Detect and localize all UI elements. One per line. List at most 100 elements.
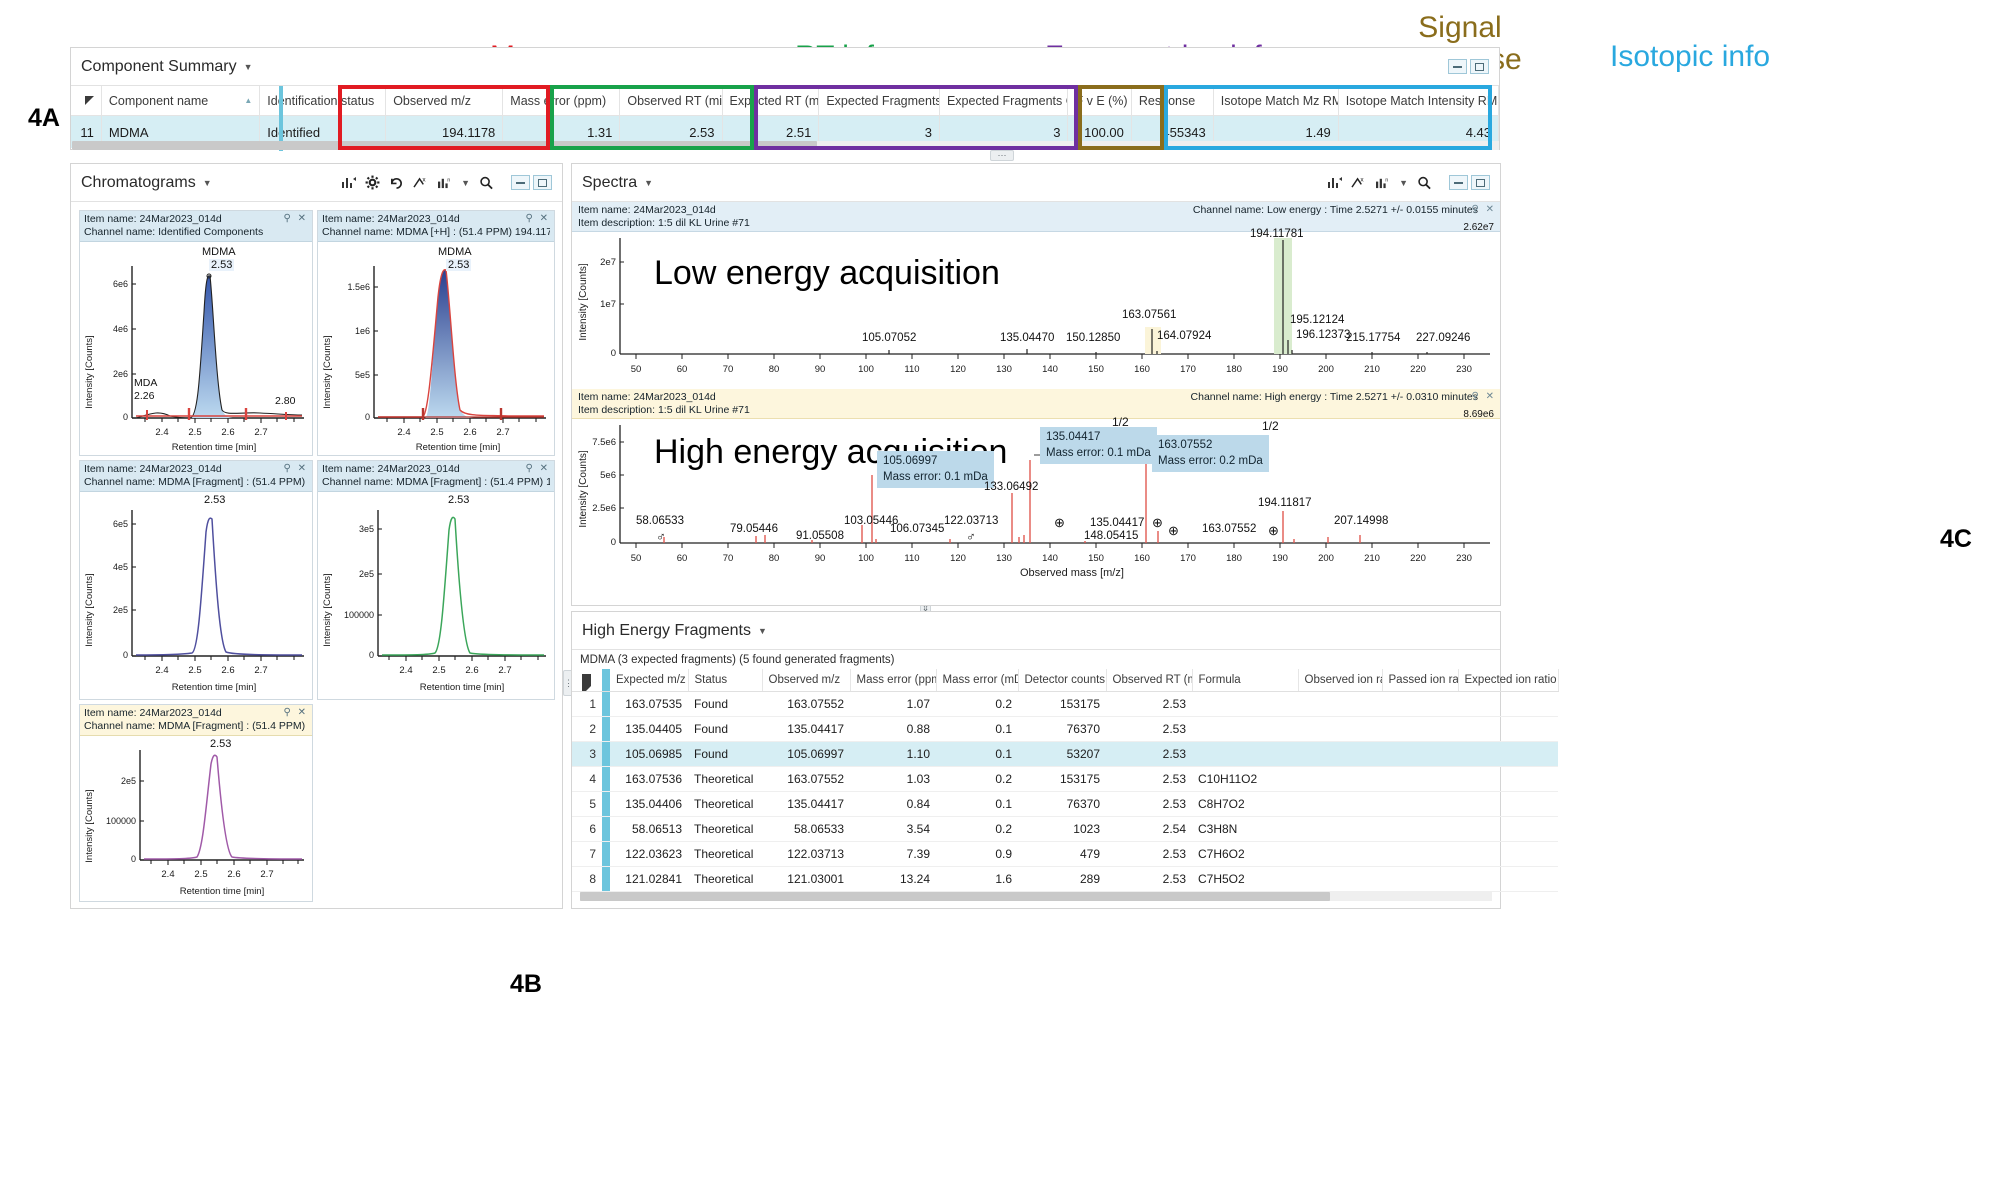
table-row[interactable]: 3 105.06985 Found 105.06997 1.10 0.1 53207 2.53: [572, 741, 1558, 767]
fragments-col-expected-ion-ratio[interactable]: Expected ion ratio r: [1458, 669, 1559, 692]
autoscale-icon[interactable]: x: [1351, 176, 1366, 189]
chart-type-icon[interactable]: n: [1375, 176, 1390, 189]
table-row[interactable]: 5 135.04406 Theoretical 135.04417 0.84 0.1 763…: [572, 791, 1558, 817]
svg-text:50: 50: [631, 364, 642, 375]
fragments-col-status[interactable]: Status: [688, 669, 763, 692]
fragments-col-observed-mz[interactable]: Observed m/z: [762, 669, 851, 692]
column-header-observed-rt[interactable]: Observed RT (min): [620, 86, 723, 115]
column-header-expected-rt[interactable]: Expected RT (min): [723, 86, 820, 115]
table-row[interactable]: 8 121.02841 Theoretical 121.03001 13.24 1.6 28…: [572, 866, 1558, 892]
restore-button[interactable]: [1471, 175, 1490, 190]
high-energy-plot[interactable]: Intensity [Counts] 7.5e6 5e6 2.5e6 0 50 …: [572, 409, 1500, 590]
fragments-col-observed-ion-ratio[interactable]: Observed ion ratio: [1298, 669, 1383, 692]
pin-and-close-icons[interactable]: ⚲ ✕: [1472, 391, 1496, 402]
fragments-col-observed-rt[interactable]: Observed RT (min): [1106, 669, 1193, 692]
select-all-triangle-icon[interactable]: [582, 674, 591, 691]
minimize-button[interactable]: [1449, 175, 1468, 190]
cell-expected-ion-ratio: [1458, 841, 1558, 867]
svg-text:0: 0: [131, 854, 136, 864]
chart-type-icon[interactable]: n: [437, 176, 452, 189]
search-icon[interactable]: [1417, 176, 1432, 190]
table-row[interactable]: 6 58.06513 Theoretical 58.06533 3.54 0.2 1023 2…: [572, 816, 1558, 842]
splitter-handle-top[interactable]: ⋯: [990, 150, 1014, 161]
bar-chart-icon[interactable]: [341, 176, 357, 189]
column-header-f-v-e[interactable]: F v E (%): [1068, 86, 1132, 115]
column-header-isotope-match-intensity-rms-percent[interactable]: Isotope Match Intensity RMS Percent: [1339, 86, 1500, 115]
select-all-triangle-icon[interactable]: [84, 96, 94, 105]
column-header-component-name-label: Component name: [108, 93, 209, 108]
cell-mass-error-mda: 0.2: [936, 691, 1018, 717]
table-row[interactable]: 7 122.03623 Theoretical 122.03713 7.39 0.9 479…: [572, 841, 1558, 867]
spectra-toolbar: x n ▼: [1327, 175, 1490, 190]
chevron-down-icon[interactable]: ▼: [1399, 178, 1408, 188]
svg-text:210: 210: [1364, 364, 1380, 375]
minimize-button[interactable]: [1448, 59, 1467, 74]
fragments-col-mass-error-mda[interactable]: Mass error (mDa): [936, 669, 1019, 692]
chromatogram-2-plot[interactable]: Intensity [Counts] 1.5e6 1e6 5e5 0 2.4 2…: [318, 242, 554, 454]
tooltip-105: 105.06997 Mass error: 0.1 mDa: [877, 451, 994, 489]
minimize-button[interactable]: [511, 175, 530, 190]
high-energy-peak-label-133: 133.06492: [984, 481, 1039, 493]
pin-and-close-icons[interactable]: ⚲ ✕: [1472, 204, 1496, 215]
chromatogram-4-plot[interactable]: Intensity [Counts] 3e5 2e5 100000 0 2.4: [318, 492, 554, 698]
pin-and-close-icons[interactable]: ⚲ ✕: [526, 213, 550, 224]
column-header-observed-mz[interactable]: Observed m/z: [386, 86, 504, 115]
chromatogram-card-fragment-163[interactable]: Item name: 24Mar2023_014d Channel name: …: [79, 460, 313, 700]
fragments-col-detector-counts[interactable]: Detector counts: [1018, 669, 1107, 692]
column-header-isotope-match-mz-rms-ppm[interactable]: Isotope Match Mz RMS PPM: [1214, 86, 1339, 115]
summary-hscroll-thumb[interactable]: [72, 141, 817, 150]
cell-observed-rt: 2.54: [1106, 816, 1192, 842]
fragments-hscroll-thumb[interactable]: [580, 892, 1330, 901]
autoscale-icon[interactable]: x: [413, 176, 428, 189]
restore-button[interactable]: [1470, 59, 1489, 74]
fragments-col-formula[interactable]: Formula: [1192, 669, 1299, 692]
fragments-title-group[interactable]: High Energy Fragments ▼: [582, 622, 767, 640]
undo-icon[interactable]: [389, 176, 404, 189]
pin-and-close-icons[interactable]: ⚲ ✕: [284, 213, 308, 224]
column-header-mass-error-ppm[interactable]: Mass error (ppm): [503, 86, 621, 115]
chromatogram-card-fragment-135[interactable]: Item name: 24Mar2023_014d Channel name: …: [317, 460, 555, 700]
column-header-response[interactable]: Response: [1132, 86, 1214, 115]
row-accent-bar: [602, 841, 610, 867]
chevron-down-icon[interactable]: ▼: [644, 178, 653, 188]
chevron-down-icon[interactable]: ▼: [758, 626, 767, 636]
column-header-expected-fragments-count[interactable]: Expected Fragments Count: [940, 86, 1069, 115]
pin-and-close-icons[interactable]: ⚲ ✕: [526, 463, 550, 474]
gear-icon[interactable]: [365, 175, 380, 190]
fragments-col-mass-error-ppm[interactable]: Mass error (ppm): [850, 669, 937, 692]
chromatogram-1-plot[interactable]: Intensity [Counts] 6e6 4e6 2e6 0 2.4 2.5…: [80, 242, 312, 454]
svg-text:2.5e6: 2.5e6: [592, 503, 616, 514]
chromatogram-card-fragment-105[interactable]: Item name: 24Mar2023_014d Channel name: …: [79, 704, 313, 902]
chromatogram-card-identified-components[interactable]: Item name: 24Mar2023_014d Channel name: …: [79, 210, 313, 456]
fragments-col-expected-mz[interactable]: Expected m/z: [610, 669, 689, 692]
grid-corner-cell[interactable]: [71, 86, 102, 115]
pin-and-close-icons[interactable]: ⚲ ✕: [284, 463, 308, 474]
svg-text:200: 200: [1318, 553, 1334, 564]
table-row[interactable]: 4 163.07536 Theoretical 163.07552 1.03 0.2 153…: [572, 766, 1558, 792]
chromatogram-5-plot[interactable]: Intensity [Counts] 2e5 100000 0 2.4 2.5: [80, 736, 312, 900]
chromatograms-title-group[interactable]: Chromatograms ▼: [81, 174, 212, 192]
svg-text:0: 0: [611, 537, 616, 548]
chevron-down-icon[interactable]: ▼: [244, 62, 253, 72]
low-energy-plot[interactable]: Intensity [Counts] 2e7 1e7 0 50 60 70 80…: [572, 222, 1500, 387]
table-row[interactable]: 2 135.04405 Found 135.04417 0.88 0.1 76370 2.53: [572, 716, 1558, 742]
fragments-col-passed-ion-ratio[interactable]: Passed ion ratio: [1382, 669, 1459, 692]
low-energy-max-intensity: 2.62e7: [1463, 222, 1494, 233]
cell-detector-counts: 289: [1018, 866, 1106, 892]
spectra-title-group[interactable]: Spectra ▼: [582, 174, 653, 192]
restore-button[interactable]: [533, 175, 552, 190]
chromatogram-card-mdma-h[interactable]: Item name: 24Mar2023_014d Channel name: …: [317, 210, 555, 456]
table-row[interactable]: 1 163.07535 Found 163.07552 1.07 0.2 153175 2.5…: [572, 691, 1558, 717]
bar-chart-icon[interactable]: [1327, 176, 1343, 189]
pin-and-close-icons[interactable]: ⚲ ✕: [284, 707, 308, 718]
component-summary-title-group[interactable]: Component Summary ▼: [81, 58, 253, 76]
column-header-component-name[interactable]: Component name ▲: [102, 86, 261, 115]
svg-text:7.5e6: 7.5e6: [592, 437, 616, 448]
fragments-corner-cell[interactable]: [572, 669, 602, 692]
chromatogram-3-plot[interactable]: Intensity [Counts] 6e5 4e5 2e5 0 2.4 2.5…: [80, 492, 312, 698]
chromatogram-1-item-name: Item name: 24Mar2023_014d: [84, 213, 222, 225]
chevron-down-icon[interactable]: ▼: [203, 178, 212, 188]
search-icon[interactable]: [479, 176, 494, 190]
column-header-expected-fragments-found[interactable]: Expected Fragments Found: [819, 86, 940, 115]
chevron-down-icon[interactable]: ▼: [461, 178, 470, 188]
